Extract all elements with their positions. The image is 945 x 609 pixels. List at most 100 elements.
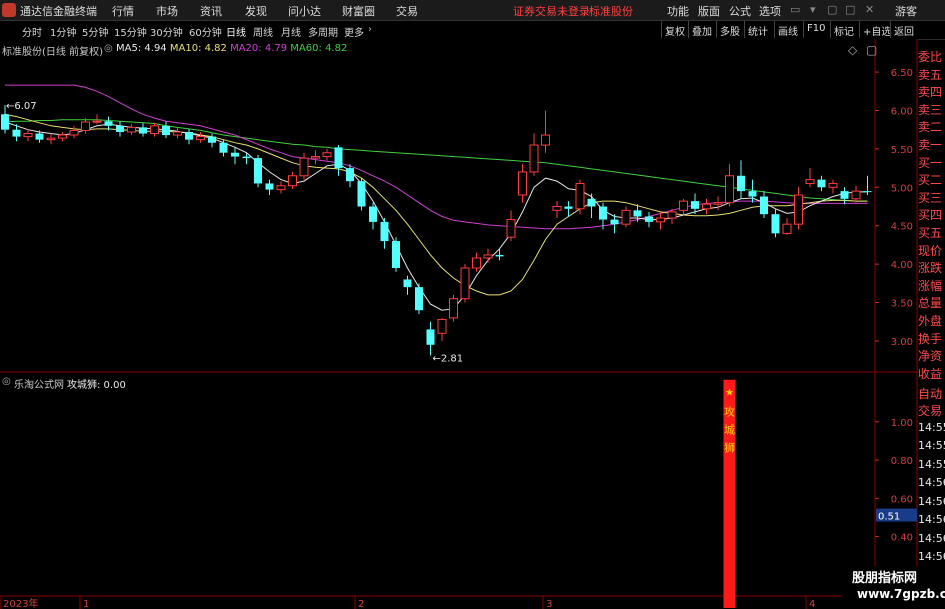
- tab-5min[interactable]: 5分钟: [82, 24, 108, 39]
- side-panel-item: 卖五: [918, 67, 943, 82]
- subchart-indicator-value: 攻城狮: 0.00: [67, 380, 126, 391]
- minimize-icon[interactable]: ▭: [790, 3, 800, 16]
- more-dropdown-icon[interactable]: ›: [368, 24, 372, 35]
- menu-item-news[interactable]: 资讯: [200, 3, 222, 19]
- candle-body-down: [645, 216, 653, 222]
- side-panel-item: 14:55: [918, 439, 945, 452]
- mark-button[interactable]: 标记: [830, 21, 857, 38]
- candle-body-up: [794, 194, 803, 225]
- ma10-value: 4.82: [204, 43, 227, 54]
- menu-bar: 通达信金融终端 行情 市场 资讯 发现 问小达 财富圈 交易 证券交易未登录 标…: [0, 0, 945, 21]
- price-tick-label: 3.00: [891, 337, 913, 348]
- menu-item-market[interactable]: 行情: [112, 3, 134, 19]
- statistics-button[interactable]: 统计: [744, 21, 771, 38]
- side-panel-item: 买二: [918, 173, 943, 188]
- menu-item-discover[interactable]: 发现: [245, 3, 267, 19]
- tab-monthly[interactable]: 月线: [281, 24, 301, 39]
- tab-60min[interactable]: 60分钟: [189, 24, 222, 39]
- tab-intraday[interactable]: 分时: [22, 24, 42, 39]
- price-tick-label: 3.50: [891, 299, 913, 310]
- candle-body-down: [12, 129, 21, 137]
- chart-area[interactable]: ←6.07 ←2.81 ★ 攻城狮 6.50 6.00 5.50 5.00 4.50 4.00…: [0, 39, 918, 609]
- tab-15min[interactable]: 15分钟: [114, 24, 147, 39]
- restore-rights-button[interactable]: 复权: [661, 21, 688, 38]
- restore-icon[interactable]: ▢: [827, 3, 837, 16]
- indicator-settings-icon[interactable]: ◎: [104, 43, 113, 54]
- candle-body-up: [506, 219, 516, 238]
- candle-body-up: [472, 257, 481, 269]
- maximize-icon[interactable]: □: [845, 3, 855, 16]
- menu-item-options[interactable]: 选项: [759, 3, 781, 19]
- tab-weekly[interactable]: 周线: [253, 24, 273, 39]
- side-panel-item: 卖一: [918, 138, 943, 152]
- candle-body-down: [208, 136, 216, 143]
- chart-settings-icon[interactable]: ◇: [848, 43, 857, 57]
- signal-star-icon: ★: [725, 388, 734, 399]
- f10-button[interactable]: F10: [803, 21, 828, 38]
- draw-line-button[interactable]: 画线: [774, 21, 801, 38]
- candle-body-up: [23, 133, 33, 138]
- date-tick-label: 2: [358, 599, 364, 609]
- candle-body-up: [58, 134, 67, 139]
- candle-body-up: [288, 175, 297, 187]
- menu-item-trade[interactable]: 交易: [396, 3, 418, 19]
- date-tick-label: 1: [83, 599, 89, 609]
- candle-body-up: [276, 185, 286, 191]
- menu-item-wenxiaoda[interactable]: 问小达: [288, 3, 321, 19]
- side-panel-item: 外盘: [918, 314, 943, 328]
- tab-daily[interactable]: 日线: [226, 24, 246, 39]
- signal-text-char: 城: [724, 424, 735, 437]
- side-panel-item: 卖二: [918, 120, 943, 135]
- menu-item-function[interactable]: 功能: [667, 3, 689, 19]
- candle-body-down: [116, 125, 124, 132]
- side-panel-item: 14:56: [918, 494, 945, 508]
- ma10-name: MA10: [169, 43, 199, 54]
- candle-body-up: [541, 134, 550, 146]
- menu-item-markets[interactable]: 市场: [156, 3, 178, 19]
- candle-body-down: [392, 241, 400, 268]
- signal-text-char: 狮: [724, 442, 735, 455]
- candle-body-down: [760, 196, 768, 215]
- trade-login-status[interactable]: 证券交易未登录: [513, 3, 590, 19]
- side-panel-item: 自动: [918, 387, 943, 401]
- chart-zoom-icon[interactable]: ▢: [866, 43, 877, 57]
- current-stock-name: 标准股份: [589, 5, 633, 18]
- candle-body-down: [334, 147, 343, 169]
- tab-30min[interactable]: 30分钟: [150, 24, 183, 39]
- side-panel-item: 14:55: [918, 420, 945, 434]
- candle-body-down: [599, 206, 607, 220]
- signal-text-char: 攻: [724, 405, 735, 419]
- tab-more[interactable]: 更多: [344, 24, 364, 39]
- tab-multi-period[interactable]: 多周期: [308, 24, 338, 39]
- candle-body-down: [403, 279, 412, 288]
- tab-1min[interactable]: 1分钟: [50, 24, 76, 39]
- overlay-button[interactable]: 叠加: [688, 21, 715, 38]
- candle-body-up: [460, 267, 470, 300]
- candle-body-up: [782, 223, 792, 234]
- indicator-subchart: ★ 攻城狮: [723, 379, 736, 608]
- candle-body-up: [621, 209, 631, 225]
- multi-stock-button[interactable]: 多股: [716, 21, 743, 38]
- subchart-settings-icon[interactable]: ◎: [2, 376, 11, 387]
- candle-body-down: [219, 142, 228, 153]
- close-icon[interactable]: ✕: [865, 3, 874, 16]
- candle-body-down: [587, 198, 596, 207]
- candle-body-up: [46, 137, 56, 141]
- menu-item-formula[interactable]: 公式: [729, 3, 751, 19]
- candle-body-up: [656, 217, 665, 223]
- back-button[interactable]: 返回: [890, 21, 917, 38]
- menu-item-wealth[interactable]: 财富圈: [342, 3, 375, 19]
- candle-body-down: [380, 221, 389, 242]
- dropdown-icon[interactable]: ▾: [810, 3, 816, 16]
- ma60-value: 4.82: [325, 43, 348, 54]
- side-panel-item: 委比: [918, 50, 943, 64]
- candle-body-up: [322, 152, 332, 158]
- side-panel-item: 买三: [918, 190, 943, 205]
- user-guest[interactable]: 游客: [895, 3, 917, 19]
- candle-body-up: [552, 206, 562, 211]
- candle-body-up: [529, 144, 539, 173]
- menu-item-layout[interactable]: 版面: [698, 3, 720, 19]
- candle-body-up: [437, 318, 447, 334]
- price-tick-label: 6.00: [891, 106, 913, 117]
- candle-body-down: [139, 127, 147, 134]
